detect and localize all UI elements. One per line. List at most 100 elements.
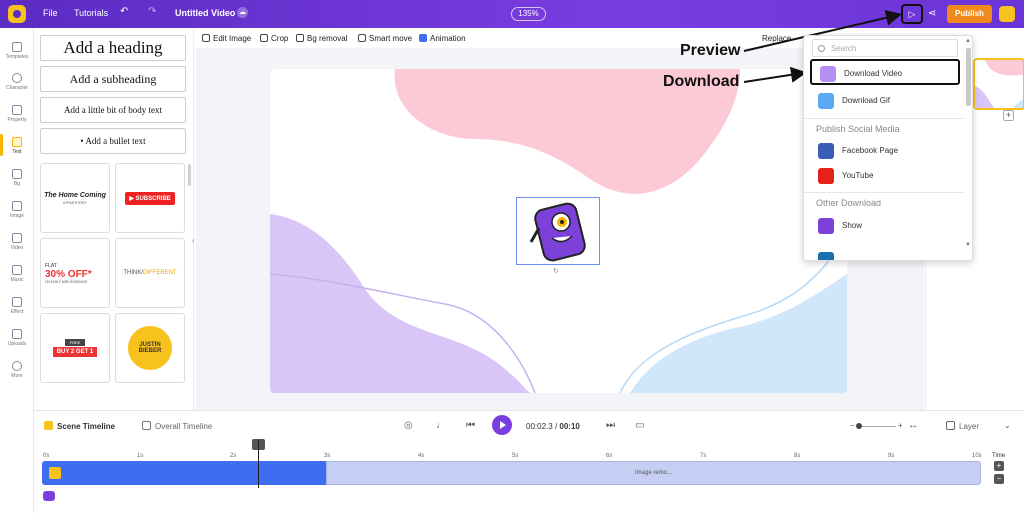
app-logo[interactable] bbox=[8, 5, 26, 23]
rail-video[interactable]: Video bbox=[0, 233, 34, 251]
replace-button[interactable]: Replace bbox=[762, 34, 791, 43]
tool-label: Crop bbox=[271, 34, 289, 43]
image-remove-track[interactable]: Image remo... bbox=[326, 461, 981, 485]
more-icon bbox=[12, 361, 22, 371]
crop-button[interactable]: Crop bbox=[260, 34, 288, 43]
add-heading-button[interactable]: Add a heading bbox=[40, 35, 186, 61]
publish-dropdown: Search Download Video Download Gif Publi… bbox=[803, 35, 973, 261]
download-gif-icon bbox=[818, 93, 834, 109]
time-decrease-button[interactable]: − bbox=[994, 474, 1004, 484]
text-template-card[interactable]: The Home Coming #TRUESTORY bbox=[40, 163, 110, 233]
redo-icon[interactable]: ↷ bbox=[148, 6, 156, 17]
rail-property[interactable]: Property bbox=[0, 105, 34, 123]
facebook-option[interactable]: Facebook Page bbox=[810, 138, 960, 164]
layer-button[interactable]: Layer bbox=[946, 421, 979, 431]
dropdown-scrollbar-thumb[interactable] bbox=[966, 48, 971, 106]
animation-button[interactable]: Animation bbox=[419, 34, 466, 43]
add-subheading-button[interactable]: Add a subheading bbox=[40, 66, 186, 92]
ruler-label: 5s bbox=[512, 453, 519, 459]
scene-thumbnail[interactable] bbox=[973, 58, 1024, 110]
preview-button[interactable]: ▷ bbox=[901, 4, 923, 24]
rail-label: Templates bbox=[5, 54, 29, 60]
download-gif-option[interactable]: Download Gif bbox=[810, 88, 960, 114]
zoom-in-icon[interactable]: + bbox=[898, 421, 903, 430]
rail-character[interactable]: Character bbox=[0, 73, 34, 91]
zoom-out-icon[interactable]: − bbox=[850, 421, 855, 430]
total-time: 00:10 bbox=[559, 422, 580, 431]
text-template-card[interactable]: FREE BUY 2 GET 1 bbox=[40, 313, 110, 383]
option-label: Download Video bbox=[844, 69, 903, 78]
skip-back-icon[interactable]: ⏮ bbox=[466, 420, 475, 431]
templates-icon bbox=[12, 42, 22, 52]
playhead[interactable] bbox=[258, 440, 259, 488]
subtitle-icon[interactable]: ▭ bbox=[635, 420, 644, 431]
skip-forward-icon[interactable]: ⏭ bbox=[606, 420, 615, 431]
smart-move-button[interactable]: Smart move bbox=[358, 34, 412, 43]
tool-label: Replace bbox=[762, 34, 792, 43]
add-body-text-button[interactable]: Add a little bit of body text bbox=[40, 97, 186, 123]
bg-removal-button[interactable]: Bg removal bbox=[296, 34, 347, 43]
undo-icon[interactable]: ↶ bbox=[120, 6, 128, 17]
add-scene-button[interactable]: + bbox=[1003, 110, 1014, 121]
youtube-icon bbox=[818, 168, 834, 184]
rail-label: Text bbox=[12, 149, 22, 155]
panel-scrollbar[interactable] bbox=[188, 164, 191, 186]
overall-timeline-tab[interactable]: Overall Timeline bbox=[142, 421, 212, 431]
template-text: BIEBER bbox=[138, 348, 162, 354]
play-button[interactable] bbox=[492, 415, 512, 435]
mic-icon[interactable]: ♩ bbox=[436, 420, 446, 431]
zoom-slider[interactable] bbox=[858, 426, 896, 427]
thumbnail-preview bbox=[975, 60, 1023, 108]
rotate-handle-icon[interactable]: ↻ bbox=[553, 267, 559, 275]
other-download-heading: Other Download bbox=[816, 198, 882, 208]
rail-text[interactable]: Text bbox=[0, 137, 34, 155]
rail-image[interactable]: Image bbox=[0, 201, 34, 219]
download-annotation: Download bbox=[663, 73, 740, 90]
rail-uploads[interactable]: Uploads bbox=[0, 329, 34, 347]
rail-templates[interactable]: Templates bbox=[0, 42, 34, 60]
selected-character-frame[interactable] bbox=[516, 197, 600, 265]
youtube-option[interactable]: YouTube bbox=[810, 163, 960, 189]
file-menu[interactable]: File bbox=[43, 8, 58, 18]
show-option[interactable]: Show bbox=[810, 213, 960, 239]
character-layer-icon[interactable] bbox=[43, 491, 55, 501]
scroll-down-icon[interactable]: ▼ bbox=[965, 242, 971, 248]
rail-more[interactable]: More bbox=[0, 361, 34, 379]
edit-image-button[interactable]: Edit Image bbox=[202, 34, 251, 43]
scene-timeline-tab[interactable]: Scene Timeline bbox=[44, 421, 115, 431]
template-text: DIFFERENT bbox=[143, 270, 177, 276]
zoom-slider-handle[interactable] bbox=[856, 423, 862, 429]
option-label: Download Gif bbox=[842, 96, 891, 105]
time-increase-button[interactable]: + bbox=[994, 461, 1004, 471]
scene-timeline-icon bbox=[44, 421, 53, 430]
avatar[interactable] bbox=[999, 6, 1015, 22]
rail-music[interactable]: Music bbox=[0, 265, 34, 283]
focus-icon[interactable]: ◎ bbox=[404, 420, 413, 431]
text-template-card[interactable]: FLAT 30% OFF* ON EARLY BIRD BOOKINGS bbox=[40, 238, 110, 308]
tutorials-menu[interactable]: Tutorials bbox=[74, 8, 108, 18]
layer-label: Layer bbox=[959, 422, 980, 431]
project-title[interactable]: Untitled Video bbox=[175, 8, 235, 18]
image-icon bbox=[12, 201, 22, 211]
zoom-level[interactable]: 135% bbox=[511, 7, 546, 21]
rail-label: Video bbox=[10, 245, 24, 251]
rail-bg[interactable]: Bg bbox=[0, 169, 34, 187]
timeline-track-segment[interactable] bbox=[42, 461, 326, 485]
publish-button[interactable]: Publish bbox=[947, 5, 992, 23]
rail-effect[interactable]: Effect bbox=[0, 297, 34, 315]
fit-icon[interactable]: ↔ bbox=[908, 420, 918, 431]
text-template-card[interactable]: THINK/DIFFERENT bbox=[115, 238, 185, 308]
template-text: ON EARLY BIRD BOOKINGS bbox=[45, 279, 88, 284]
scene-canvas[interactable]: ↻ bbox=[270, 69, 847, 393]
template-text: SUBSCRIBE bbox=[135, 195, 171, 202]
text-template-card[interactable]: JUSTIN BIEBER bbox=[115, 313, 185, 383]
text-template-card[interactable]: ▶ SUBSCRIBE bbox=[115, 163, 185, 233]
collapse-timeline-icon[interactable]: ⌄ bbox=[1004, 421, 1011, 430]
bg-icon bbox=[12, 169, 22, 179]
download-video-option[interactable]: Download Video bbox=[810, 59, 960, 85]
add-bullet-text-button[interactable]: • Add a bullet text bbox=[40, 128, 186, 154]
scroll-up-icon[interactable]: ▲ bbox=[965, 38, 971, 44]
share-icon[interactable]: ⋖ bbox=[928, 8, 936, 19]
dropdown-search-input[interactable]: Search bbox=[812, 39, 958, 57]
partial-option[interactable] bbox=[810, 239, 960, 260]
